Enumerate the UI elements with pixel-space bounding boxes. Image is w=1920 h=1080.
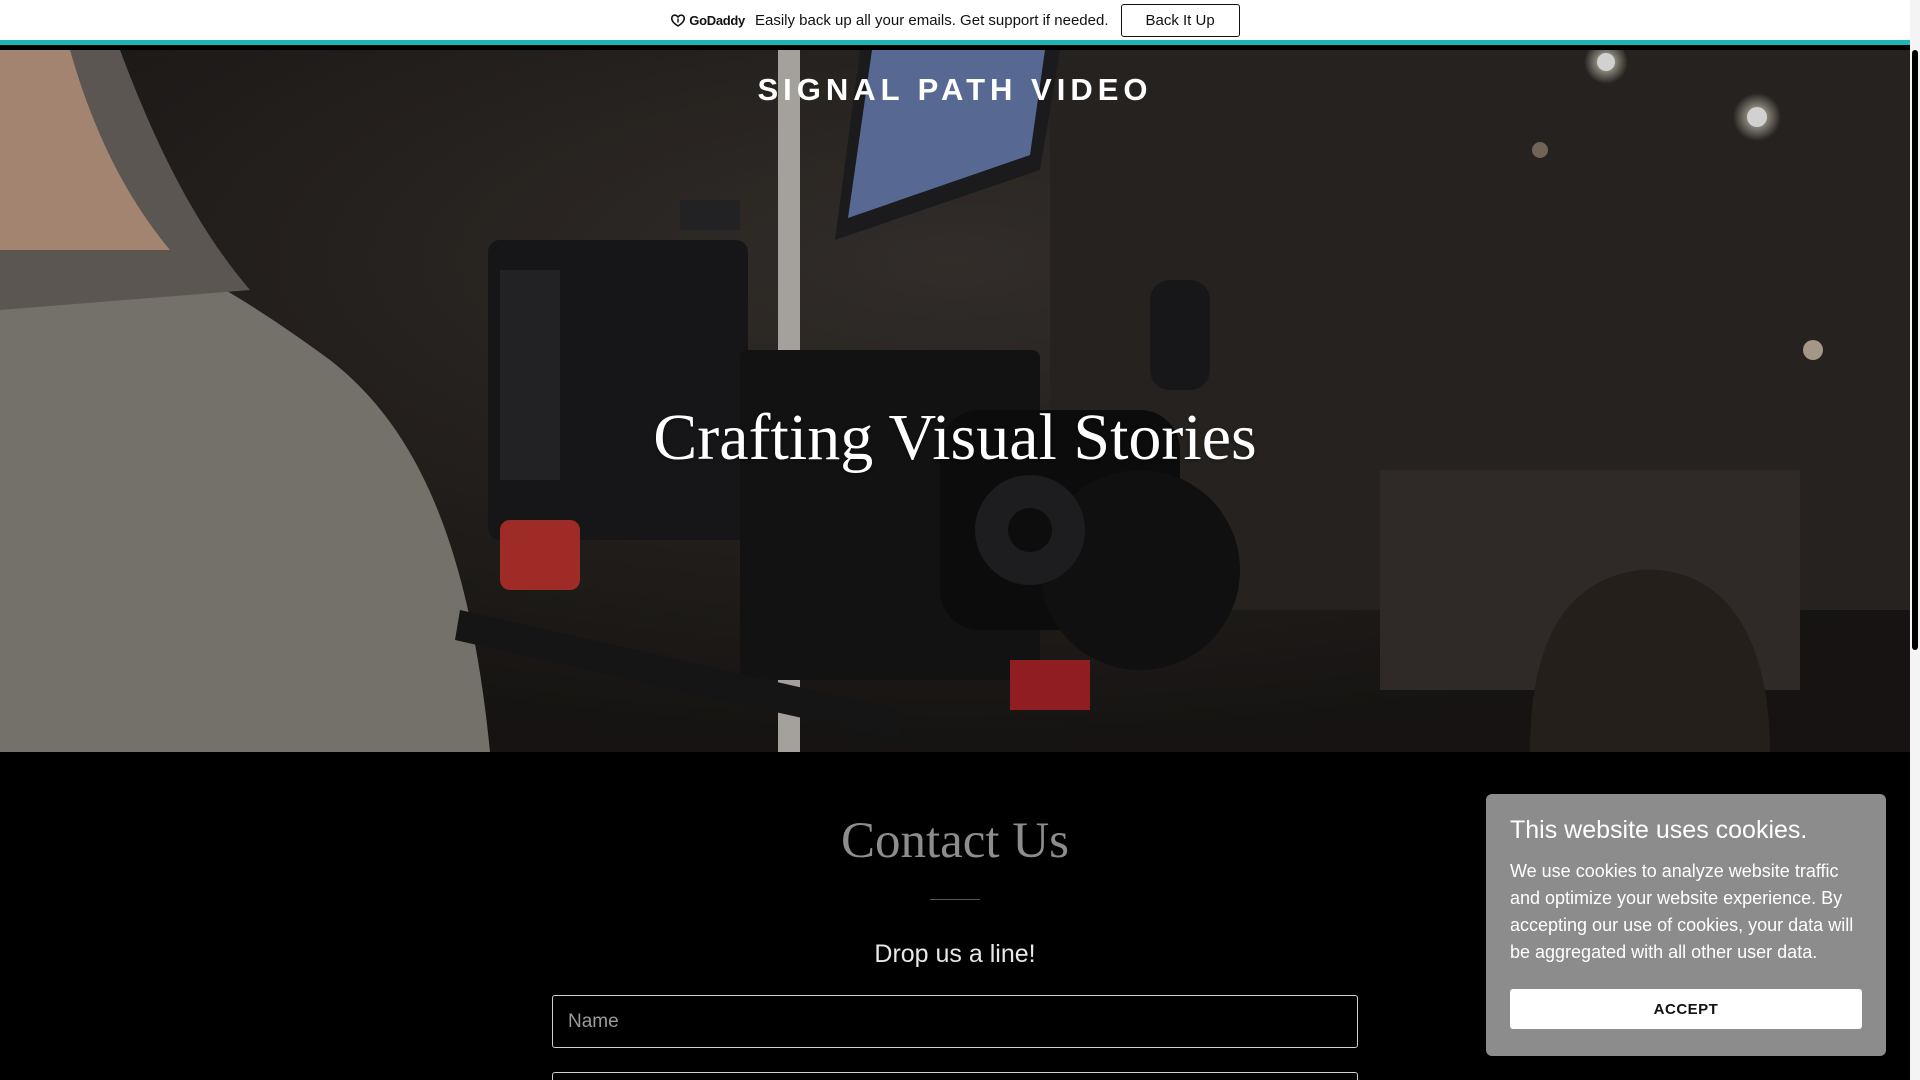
- page: GoDaddy Easily back up all your emails. …: [0, 0, 1910, 1080]
- name-input[interactable]: [552, 995, 1358, 1048]
- cookie-title: This website uses cookies.: [1510, 816, 1808, 844]
- scrollbar-thumb[interactable]: [1912, 50, 1918, 650]
- title-divider: [930, 899, 980, 900]
- email-input[interactable]: [552, 1072, 1358, 1080]
- cookie-consent-dialog: This website uses cookies. We use cookie…: [1486, 794, 1886, 1056]
- back-it-up-button[interactable]: Back It Up: [1120, 3, 1240, 37]
- accept-cookies-button[interactable]: ACCEPT: [1510, 989, 1862, 1029]
- hero-heading: Crafting Visual Stories: [653, 401, 1257, 474]
- godaddy-logo: GoDaddy: [670, 13, 745, 28]
- promo-banner: GoDaddy Easily back up all your emails. …: [0, 0, 1910, 45]
- cookie-body: We use cookies to analyze website traffi…: [1510, 861, 1854, 962]
- hero-section: SIGNAL PATH VIDEO Crafting Visual Storie…: [0, 50, 1910, 752]
- promo-message: Easily back up all your emails. Get supp…: [754, 11, 1109, 29]
- site-title[interactable]: SIGNAL PATH VIDEO: [0, 72, 1910, 108]
- godaddy-logo-icon: [671, 14, 686, 27]
- godaddy-logo-text: GoDaddy: [689, 12, 745, 28]
